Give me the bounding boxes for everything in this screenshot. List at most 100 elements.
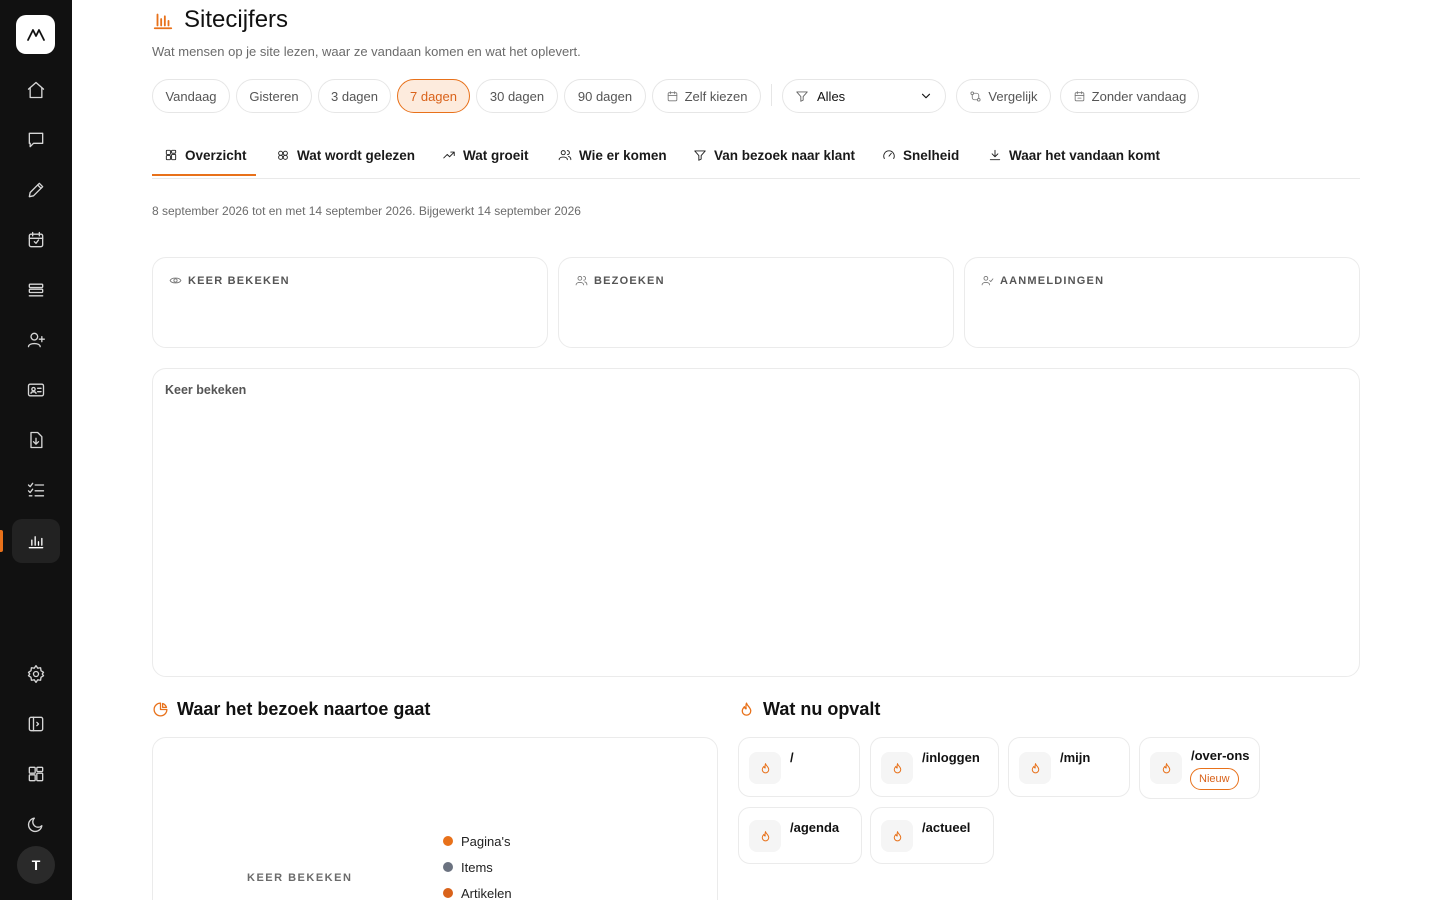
sidebar-item-apps[interactable] bbox=[12, 752, 60, 796]
stat-label-text: KEER BEKEKEN bbox=[188, 274, 290, 287]
tab-van-bezoek-naar-klant[interactable]: Van bezoek naar klant bbox=[693, 134, 855, 176]
eye-icon bbox=[169, 277, 182, 284]
sidebar-item-edit[interactable] bbox=[12, 168, 60, 212]
calendar-icon bbox=[28, 231, 44, 248]
exclude-today-label: Zonder vandaag bbox=[1091, 88, 1187, 104]
stat-card-views: KEER BEKEKEN bbox=[152, 257, 548, 348]
tab-wie-er-komen[interactable]: Wie er komen bbox=[558, 134, 667, 176]
sidebar-item-statistics[interactable] bbox=[12, 519, 60, 563]
home-icon bbox=[27, 81, 45, 99]
gauge-icon bbox=[883, 150, 895, 159]
tab-label: Snelheid bbox=[903, 147, 960, 163]
bar-chart-icon bbox=[153, 13, 173, 30]
destinations-heading: Waar het bezoek naartoe gaat bbox=[152, 699, 430, 720]
chevron-down-icon bbox=[921, 93, 931, 99]
grid-icon bbox=[28, 766, 44, 782]
sidebar-item-contacts[interactable] bbox=[12, 368, 60, 412]
range-today-button[interactable]: Vandaag bbox=[152, 79, 230, 113]
range-3-days-button[interactable]: 3 dagen bbox=[318, 79, 391, 113]
legend-dot bbox=[443, 836, 453, 846]
sidebar-item-downloads[interactable] bbox=[12, 418, 60, 462]
list-icon bbox=[28, 283, 44, 297]
legend-dot bbox=[443, 862, 453, 872]
compare-icon bbox=[970, 90, 981, 102]
legend-label: Pagina's bbox=[461, 833, 511, 849]
tab-label: Wat wordt gelezen bbox=[297, 147, 416, 163]
trending-item-mijn[interactable]: /mijn bbox=[1008, 737, 1130, 797]
sidebar-item-list[interactable] bbox=[12, 268, 60, 312]
tab-snelheid[interactable]: Snelheid bbox=[882, 134, 959, 176]
sidebar-item-home[interactable] bbox=[12, 68, 60, 112]
chip-icon-box bbox=[749, 820, 781, 852]
range-30-days-button[interactable]: 30 dagen bbox=[476, 79, 558, 113]
tab-overzicht[interactable]: Overzicht bbox=[164, 134, 247, 176]
flame-icon bbox=[761, 762, 769, 773]
range-90-days-button[interactable]: 90 dagen bbox=[564, 79, 646, 113]
user-check-icon bbox=[981, 276, 994, 286]
calendar-icon bbox=[667, 90, 677, 101]
exclude-today-button[interactable]: Zonder vandaag bbox=[1060, 79, 1199, 113]
trending-item-actueel[interactable]: /actueel bbox=[870, 807, 994, 864]
moon-icon bbox=[27, 817, 43, 833]
chip-icon-box bbox=[881, 820, 913, 852]
trending-heading-text: Wat nu opvalt bbox=[763, 699, 881, 719]
tab-waar-het-vandaan-komt[interactable]: Waar het vandaan komt bbox=[988, 134, 1160, 176]
sidebar: T bbox=[0, 0, 72, 900]
sidebar-item-collapse[interactable] bbox=[12, 702, 60, 746]
sidebar-item-tasks[interactable] bbox=[12, 468, 60, 512]
sidebar-item-calendar[interactable] bbox=[12, 218, 60, 262]
chat-icon bbox=[28, 132, 44, 148]
flame-icon bbox=[741, 702, 752, 716]
legend-item: Pagina's bbox=[443, 828, 512, 854]
contact-card-icon bbox=[27, 383, 45, 397]
sidebar-item-messages[interactable] bbox=[12, 118, 60, 162]
date-range-text: 8 september 2026 tot en met 14 september… bbox=[152, 204, 581, 218]
trending-item-inloggen[interactable]: /inloggen bbox=[870, 737, 999, 797]
app-logo[interactable] bbox=[16, 15, 55, 54]
compare-button[interactable]: Vergelijk bbox=[956, 79, 1051, 113]
funnel-icon bbox=[694, 150, 706, 161]
donut-center-label: KEER BEKEKEN bbox=[247, 872, 353, 884]
trending-path: /inloggen bbox=[922, 750, 980, 765]
custom-range-button[interactable]: Zelf kiezen bbox=[652, 79, 761, 113]
pie-chart-icon bbox=[153, 702, 168, 717]
tab-wat-wordt-gelezen[interactable]: Wat wordt gelezen bbox=[276, 134, 415, 176]
panel-toggle-icon bbox=[28, 716, 44, 732]
flame-icon bbox=[761, 830, 769, 841]
trending-item-agenda[interactable]: /agenda bbox=[738, 807, 862, 864]
calendar-off-icon bbox=[1074, 90, 1084, 101]
trending-item-root[interactable]: / bbox=[738, 737, 860, 797]
filter-divider bbox=[771, 84, 772, 106]
legend-item: Artikelen bbox=[443, 880, 512, 900]
page-subtitle: Wat mensen op je site lezen, waar ze van… bbox=[152, 44, 581, 59]
segment-select[interactable]: Alles bbox=[782, 79, 946, 113]
trending-item-over-ons[interactable]: /over-ons Nieuw bbox=[1139, 737, 1260, 799]
stat-card-visits: BEZOEKEN bbox=[558, 257, 954, 348]
tab-wat-groeit[interactable]: Wat groeit bbox=[442, 134, 529, 176]
destinations-heading-text: Waar het bezoek naartoe gaat bbox=[177, 699, 431, 719]
avatar[interactable]: T bbox=[17, 846, 55, 884]
page-header: Sitecijfers bbox=[152, 6, 288, 34]
stat-card-signups: AANMELDINGEN bbox=[964, 257, 1360, 348]
legend-label: Artikelen bbox=[461, 885, 512, 900]
trending-heading: Wat nu opvalt bbox=[738, 699, 880, 720]
settings-icon bbox=[27, 665, 45, 683]
trending-path: /actueel bbox=[922, 820, 971, 835]
trending-up-icon bbox=[443, 151, 455, 159]
tab-label: Wie er komen bbox=[579, 147, 667, 163]
sidebar-item-add-user[interactable] bbox=[12, 318, 60, 362]
users-icon bbox=[558, 150, 572, 161]
range-7-days-button[interactable]: 7 dagen bbox=[397, 79, 470, 113]
active-tab-underline bbox=[152, 174, 256, 176]
tab-label: Waar het vandaan komt bbox=[1009, 147, 1161, 163]
checklist-icon bbox=[27, 482, 45, 497]
filter-icon bbox=[796, 91, 808, 102]
layout-grid-icon bbox=[165, 149, 177, 161]
sidebar-item-theme[interactable] bbox=[12, 802, 60, 846]
sidebar-item-settings[interactable] bbox=[12, 652, 60, 696]
stat-label-text: BEZOEKEN bbox=[594, 274, 665, 287]
range-yesterday-button[interactable]: Gisteren bbox=[236, 79, 312, 113]
users-icon bbox=[575, 276, 588, 286]
chip-icon-box bbox=[881, 752, 913, 784]
stat-label: KEER BEKEKEN bbox=[169, 274, 290, 287]
